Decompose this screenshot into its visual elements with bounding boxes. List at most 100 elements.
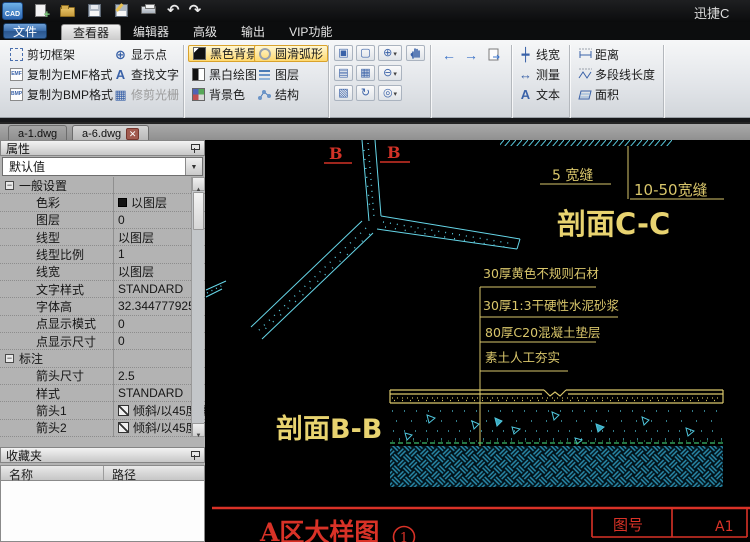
open-file-button[interactable] <box>59 3 77 19</box>
tab-a6dwg[interactable]: a-6.dwg ✕ <box>72 125 149 141</box>
property-row-linetype[interactable]: 线型以图层 <box>0 229 205 246</box>
chevron-down-icon[interactable] <box>185 158 202 175</box>
menu-output[interactable]: 输出 <box>229 22 277 40</box>
sheet-number-label: 图号 <box>613 516 643 534</box>
copy-bmp-button[interactable]: BMP复制为BMP格式 <box>6 86 117 103</box>
text-toggle[interactable]: A文本 <box>515 86 564 103</box>
scroll-thumb[interactable] <box>193 192 204 230</box>
detail-title: A区大样图 <box>259 518 379 542</box>
property-row-arrow2[interactable]: 箭头2倾斜/以45度角 <box>0 420 205 437</box>
save-as-button[interactable] <box>113 3 131 19</box>
favorites-title: 收藏夹 <box>6 447 42 464</box>
pin-icon[interactable] <box>191 143 199 153</box>
measure-toggle[interactable]: ↔测量 <box>515 66 564 83</box>
scroll-down-icon[interactable] <box>192 423 205 437</box>
property-row-textstyle[interactable]: 文字样式STANDARD <box>0 281 205 298</box>
app-window: CAD + ↶ ↷ 迅捷C 文件 查看器 编辑器 高级 输出 VIP功能 剪切框… <box>0 0 750 542</box>
menu-editor[interactable]: 编辑器 <box>121 22 181 40</box>
new-file-button[interactable]: + <box>32 3 50 19</box>
undo-button[interactable]: ↶ <box>167 3 180 19</box>
property-grid: 一般设置 色彩以图层 图层0 线型以图层 线型比例1 线宽以图层 文字样式STA… <box>0 177 205 437</box>
favorites-col-name[interactable]: 名称 <box>1 466 104 480</box>
property-row-ltscale[interactable]: 线型比例1 <box>0 246 205 263</box>
property-row-arrow1[interactable]: 箭头1倾斜/以45度角 <box>0 402 205 419</box>
menu-advanced[interactable]: 高级 <box>181 22 229 40</box>
line-width-toggle[interactable]: ┿线宽 <box>515 46 564 63</box>
grid-column-divider <box>113 177 114 437</box>
print-button[interactable] <box>140 3 158 19</box>
forward-button[interactable]: → <box>460 46 482 63</box>
property-row-arrowsize[interactable]: 箭头尺寸2.5 <box>0 368 205 385</box>
note-concrete: 80厚C20混凝土垫层 <box>485 325 601 340</box>
note-mortar: 30厚1:3干硬性水泥砂浆 <box>483 298 620 313</box>
copy-emf-button[interactable]: EMF复制为EMF格式 <box>6 66 116 83</box>
collapse-icon[interactable] <box>5 354 14 363</box>
favorites-col-path[interactable]: 路径 <box>104 466 136 480</box>
tab-close-button[interactable]: ✕ <box>126 128 139 140</box>
stone-speckle <box>392 398 722 401</box>
regen-button[interactable]: ↻ <box>356 85 375 101</box>
distance-icon <box>578 48 591 61</box>
zoom-extents-button[interactable]: ▦ <box>356 65 375 81</box>
property-row-textheight[interactable]: 字体高32.344777925 <box>0 298 205 315</box>
property-row-dimstyle[interactable]: 样式STANDARD <box>0 385 205 402</box>
property-row-lineweight[interactable]: 线宽以图层 <box>0 264 205 281</box>
bg-color-button[interactable]: 背景色 <box>188 86 249 103</box>
show-point-button[interactable]: ⊕显示点 <box>110 46 171 63</box>
back-button[interactable]: ← <box>438 46 460 63</box>
tab-bar: a-1.dwg a-6.dwg ✕ <box>0 122 750 140</box>
collapse-icon[interactable] <box>5 181 14 190</box>
trim-raster-icon: ▦ <box>114 88 127 101</box>
redo-button[interactable]: ↷ <box>189 3 202 19</box>
title-bar: CAD + ↶ ↷ 迅捷C <box>0 0 750 22</box>
folder-icon <box>60 7 75 17</box>
line-width-icon: ┿ <box>519 48 532 61</box>
bw-draw-icon <box>192 68 205 81</box>
area-icon <box>578 88 591 101</box>
color-swatch <box>118 198 127 207</box>
area-button[interactable]: 面积 <box>574 86 623 103</box>
pin-icon[interactable] <box>191 450 199 460</box>
find-text-button[interactable]: A查找文字 <box>110 66 183 83</box>
properties-scrollbar[interactable] <box>191 177 204 437</box>
property-row-layer[interactable]: 图层0 <box>0 212 205 229</box>
ribbon: 剪切框架 EMF复制为EMF格式 BMP复制为BMP格式 ⊕显示点 A查找文字 … <box>0 40 750 118</box>
viewport-button[interactable]: ▣ <box>334 45 353 61</box>
viewport2-button[interactable]: ▤ <box>334 65 353 81</box>
zoom-window-button[interactable]: ▢ <box>356 45 375 61</box>
plane-view-button[interactable]: ▧ <box>334 85 353 101</box>
menu-vip[interactable]: VIP功能 <box>277 22 344 40</box>
oblique-arrow-icon <box>118 422 129 433</box>
layers-button[interactable]: 图层 <box>254 66 303 83</box>
views-button[interactable] <box>484 46 505 63</box>
property-group-dimension[interactable]: 标注 <box>0 350 205 367</box>
menu-viewer[interactable]: 查看器 <box>61 24 121 40</box>
channel-stipple <box>207 143 514 332</box>
structure-button[interactable]: 结构 <box>254 86 303 103</box>
cad-canvas[interactable]: 5 宽缝 10-50宽缝 剖面C-C B B <box>205 140 750 542</box>
property-group-general[interactable]: 一般设置 <box>0 177 205 194</box>
section-detail <box>390 390 723 487</box>
save-button[interactable] <box>86 3 104 19</box>
section-bb-label: 剖面B-B <box>276 413 382 445</box>
bw-draw-button[interactable]: 黑白绘图 <box>188 66 261 83</box>
favorites-list[interactable] <box>0 481 205 542</box>
gravel-line <box>390 441 723 443</box>
menu-file[interactable]: 文件 <box>3 23 47 39</box>
zoom-out-button[interactable]: ⊖ <box>378 65 402 81</box>
polyline-length-button[interactable]: 多段线长度 <box>574 66 659 83</box>
layers-icon <box>258 68 271 81</box>
preset-value: 默认值 <box>9 158 45 175</box>
pan-button[interactable] <box>406 45 425 61</box>
smooth-arc-button[interactable]: 圆滑弧形 <box>254 45 328 62</box>
zoom-prev-button[interactable]: ◎ <box>378 85 402 101</box>
distance-button[interactable]: 距离 <box>574 46 623 63</box>
scroll-up-icon[interactable] <box>192 177 205 191</box>
clip-frame-button[interactable]: 剪切框架 <box>6 46 79 63</box>
property-row-color[interactable]: 色彩以图层 <box>0 194 205 211</box>
black-bg-button[interactable]: 黑色背景 <box>188 45 263 62</box>
zoom-in-button[interactable]: ⊕ <box>378 45 402 61</box>
property-row-pdsize[interactable]: 点显示尺寸0 <box>0 333 205 350</box>
property-row-pdmode[interactable]: 点显示模式0 <box>0 316 205 333</box>
preset-dropdown[interactable]: 默认值 <box>2 157 203 176</box>
